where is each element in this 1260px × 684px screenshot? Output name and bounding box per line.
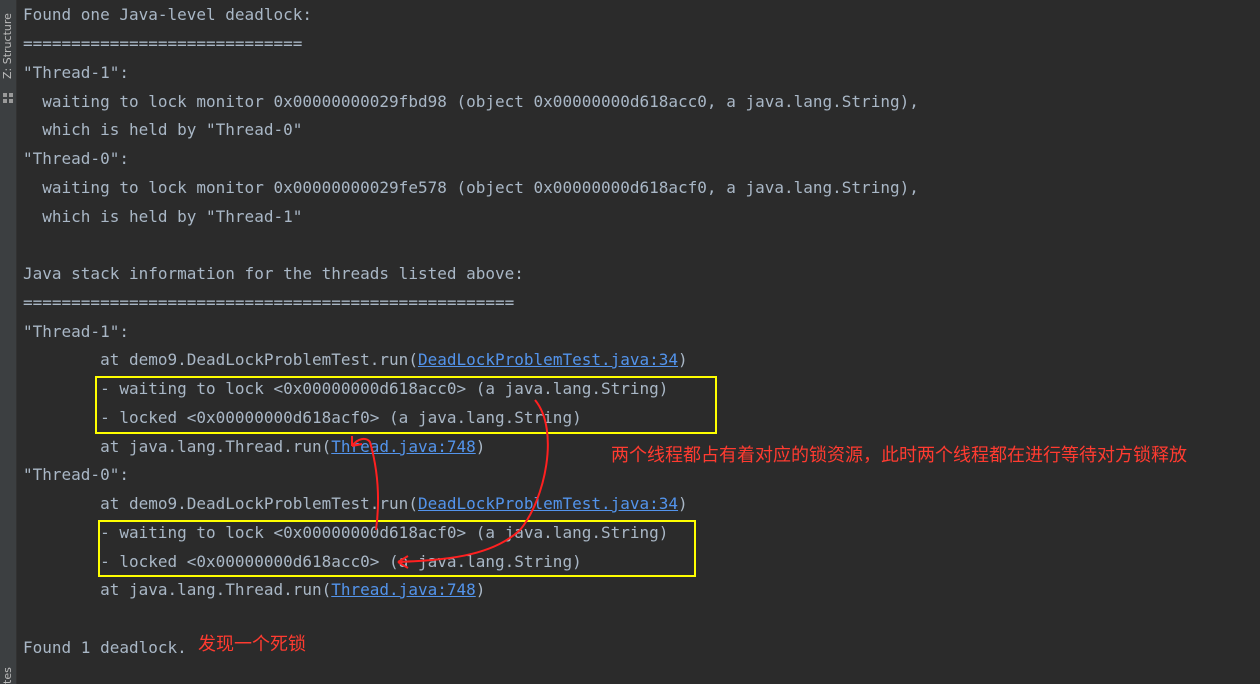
arrow-curve-right: [397, 399, 549, 563]
deadlock-explanation-note: 两个线程都占有着对应的锁资源，此时两个线程都在进行等待对方锁释放: [611, 445, 1187, 466]
annotation-arrows: [351, 399, 549, 569]
found-deadlock-note: 发现一个死锁: [198, 634, 306, 655]
arrow-curve-left: [351, 437, 379, 531]
